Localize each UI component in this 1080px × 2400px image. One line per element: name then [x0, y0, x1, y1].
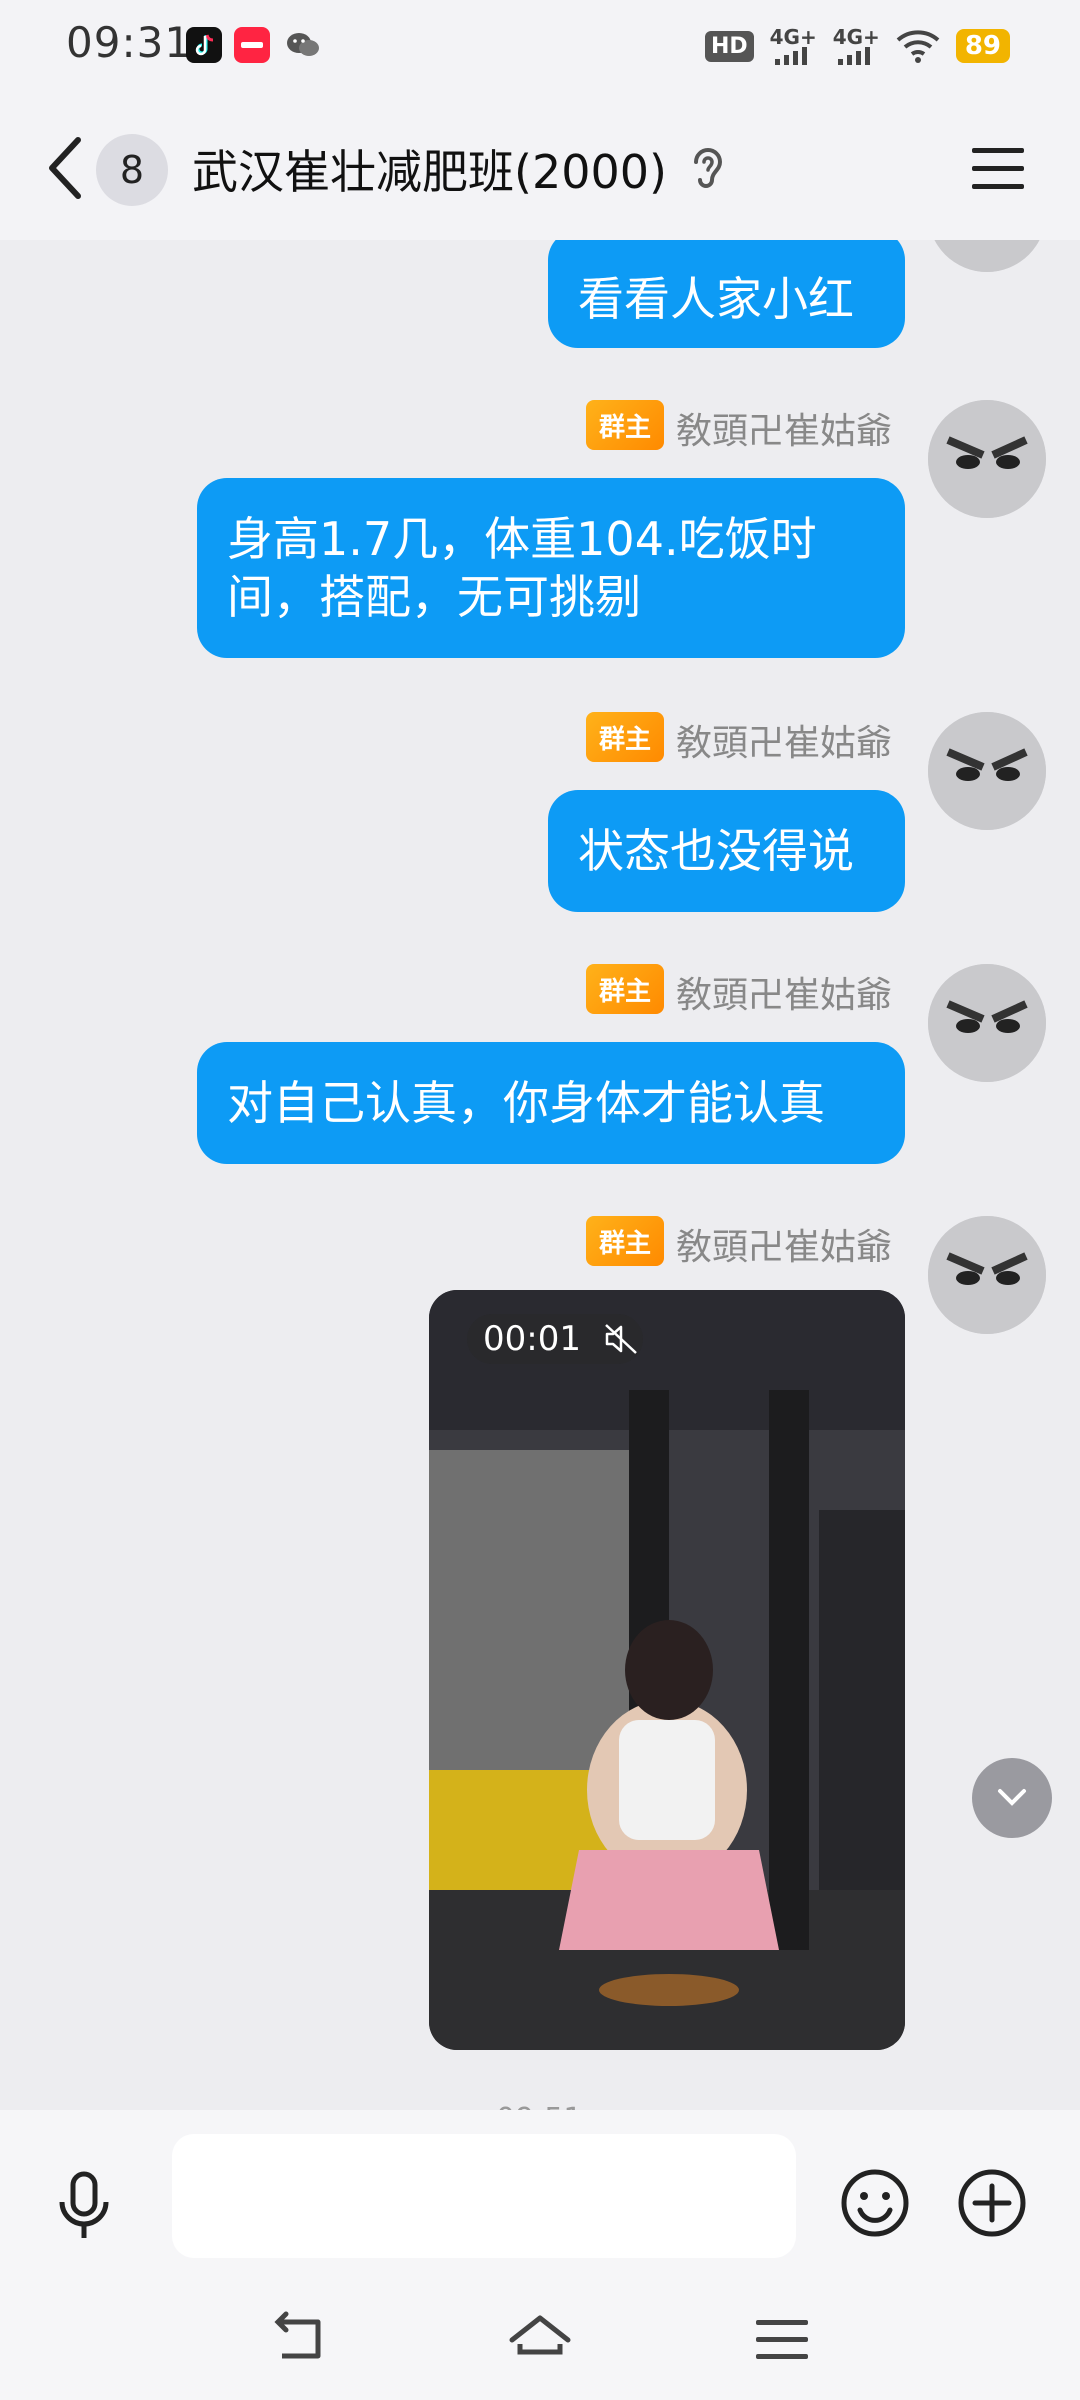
plus-circle-icon	[958, 2169, 1026, 2237]
input-bar	[0, 2110, 1080, 2290]
sender-name[interactable]: 敎頭卍崔姑爺	[676, 966, 892, 1018]
ear-icon[interactable]	[686, 142, 730, 198]
chevron-left-icon	[49, 137, 81, 199]
battery-indicator: 89	[955, 29, 1010, 63]
message-text: 对自己认真，你身体才能认真	[227, 1076, 825, 1130]
message-text: 身高1.7几，体重104.吃饭时间，搭配，无可挑剔	[227, 512, 817, 624]
avatar[interactable]	[928, 964, 1046, 1082]
message-bubble[interactable]: 看看人家小红	[548, 240, 905, 348]
video-duration: 00:01	[467, 1314, 643, 1364]
add-button[interactable]	[957, 2168, 1027, 2238]
home-icon	[509, 2315, 571, 2355]
message-bubble[interactable]: 状态也没得说	[548, 790, 905, 912]
unread-count-badge[interactable]: 8	[96, 134, 168, 206]
owner-badge: 群主	[586, 400, 664, 450]
tiktok-icon	[186, 27, 222, 63]
group-title[interactable]: 武汉崔壮减肥班(2000)	[192, 136, 667, 202]
owner-badge: 群主	[586, 712, 664, 762]
status-time: 09:31	[66, 18, 193, 67]
sender-name[interactable]: 敎頭卍崔姑爺	[676, 402, 892, 454]
signal-1: 4G+	[770, 27, 817, 65]
back-button[interactable]	[38, 132, 98, 204]
menu-icon[interactable]	[968, 142, 1028, 194]
avatar[interactable]	[928, 240, 1046, 272]
nav-recents-button[interactable]	[750, 2310, 814, 2370]
chat-area[interactable]: 看看人家小红 群主 敎頭卍崔姑爺 身高1.7几，体重104.吃饭时间，搭配，无可…	[0, 240, 1080, 2110]
wifi-icon	[896, 30, 940, 63]
voice-input-button[interactable]	[54, 2170, 114, 2242]
hd-voice-icon: HD	[704, 30, 754, 62]
sender-name[interactable]: 敎頭卍崔姑爺	[676, 714, 892, 766]
nav-home-button[interactable]	[508, 2310, 572, 2370]
status-indicators: HD 4G+ 4G+ 89	[704, 24, 1010, 68]
message-bubble[interactable]: 身高1.7几，体重104.吃饭时间，搭配，无可挑剔	[197, 478, 905, 658]
back-arrow-icon	[274, 2311, 321, 2359]
smiley-icon	[841, 2169, 909, 2237]
message-bubble[interactable]: 对自己认真，你身体才能认真	[197, 1042, 905, 1164]
recents-icon	[756, 2320, 808, 2359]
chat-header: 8 武汉崔壮减肥班(2000)	[0, 90, 1080, 240]
mute-icon[interactable]	[603, 1322, 639, 1356]
chevron-down-icon	[998, 1789, 1026, 1806]
status-bar: 09:31 HD 4G+ 4G+ 89	[0, 0, 1080, 90]
avatar[interactable]	[928, 400, 1046, 518]
wechat-icon	[284, 27, 320, 63]
message-text: 状态也没得说	[578, 824, 854, 878]
video-thumbnail	[429, 1290, 905, 2050]
emoji-button[interactable]	[840, 2168, 910, 2238]
avatar[interactable]	[928, 712, 1046, 830]
signal-2: 4G+	[833, 27, 880, 65]
timestamp: 09:51	[496, 2102, 582, 2110]
message-input[interactable]	[172, 2134, 796, 2258]
owner-badge: 群主	[586, 1216, 664, 1266]
message-text: 看看人家小红	[578, 272, 854, 326]
microphone-icon	[59, 2171, 109, 2238]
video-message[interactable]: 00:01	[429, 1290, 905, 2050]
system-navigation-bar	[0, 2290, 1080, 2400]
owner-badge: 群主	[586, 964, 664, 1014]
nav-back-button[interactable]	[268, 2310, 332, 2370]
sender-name[interactable]: 敎頭卍崔姑爺	[676, 1218, 892, 1270]
scroll-to-bottom-button[interactable]	[972, 1758, 1052, 1838]
avatar[interactable]	[928, 1216, 1046, 1334]
xiaohongshu-icon	[234, 27, 270, 63]
